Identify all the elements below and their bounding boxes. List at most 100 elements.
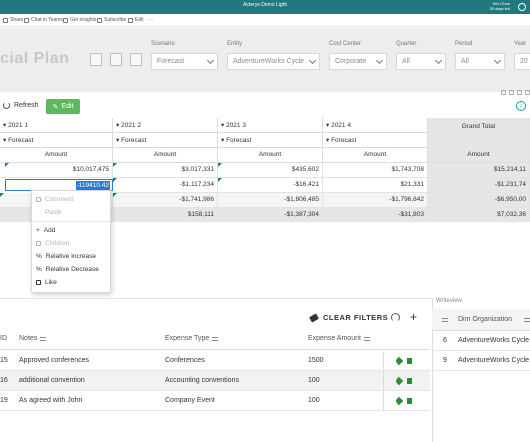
context-menu: Comment Paste + Add Children % Relative In… (31, 190, 111, 293)
grid-cell[interactable]: -$1,806,485 (218, 193, 323, 208)
menu-item-relative-decrease[interactable]: % Relative Decrease (36, 266, 99, 273)
grid-cell[interactable]: -$1,741,986 (113, 193, 218, 208)
amount-header: Amount (218, 148, 323, 163)
cell-expense-amount[interactable]: 1500 (308, 357, 324, 364)
column-header-expense-type[interactable]: Expense Type (165, 335, 219, 342)
grid-cell[interactable]: $3,017,331 (113, 163, 218, 178)
delete-row-icon[interactable] (407, 378, 412, 384)
pin-icon[interactable] (501, 90, 506, 95)
table-row[interactable]: 16 additional convention Accounting conv… (0, 371, 430, 391)
info-icon[interactable]: i (516, 101, 526, 111)
scenario-select[interactable]: Forecast (151, 53, 218, 70)
avatar[interactable] (518, 3, 526, 11)
filter-icon[interactable] (363, 336, 370, 341)
table-row[interactable]: 19 As agreed with John Company Event 100 (0, 391, 430, 411)
column-header-expense-amount[interactable]: Expense Amount (308, 335, 370, 342)
filter-label-period: Period (455, 41, 473, 47)
sync-icon[interactable] (391, 313, 400, 322)
insights-button[interactable]: Get insights (63, 17, 96, 23)
scenario-label: Forecast (226, 137, 252, 144)
quarter-header[interactable]: ▾ 2021 1 (0, 118, 113, 133)
quarter-header[interactable]: ▾ 2021 2 (113, 118, 218, 133)
filter-icon[interactable] (212, 336, 219, 341)
cell-expense-type[interactable]: Accounting conventions (165, 377, 239, 384)
collapse-icon: ▾ (3, 137, 7, 144)
cell-expense-amount[interactable]: 100 (308, 377, 320, 384)
filter-icon[interactable] (524, 318, 530, 322)
menu-item-like[interactable]: Like (36, 279, 57, 286)
edit-button[interactable]: ✎ Edit (46, 99, 80, 114)
grid-subtotal-cell: $158,111 (113, 208, 218, 222)
cell-notes[interactable]: additional convention (19, 377, 85, 384)
scenario-header[interactable]: ▾ Forecast (0, 133, 113, 148)
copy-icon[interactable] (110, 53, 122, 66)
menu-item-children[interactable]: Children (36, 240, 69, 247)
subscribe-label: Subscribe (104, 17, 127, 23)
quarter-header[interactable]: ▾ 2021 3 (218, 118, 323, 133)
filter-label-scenario: Scenario (151, 41, 175, 47)
editor-value[interactable]: -119410.42 (75, 181, 110, 190)
scenario-label: Forecast (331, 137, 357, 144)
more-options-icon[interactable] (525, 90, 530, 95)
grid-cell[interactable]: $1,743,708 (323, 163, 428, 178)
cell-notes[interactable]: As agreed with John (19, 397, 82, 404)
filter-icon[interactable] (40, 336, 47, 341)
scenario-header[interactable]: ▾ Forecast (218, 133, 323, 148)
document-icon[interactable] (130, 53, 142, 66)
writeview-row[interactable]: 9 AdventureWorks Cycle (432, 351, 530, 371)
delete-row-icon[interactable] (407, 358, 412, 364)
menu-item-paste[interactable]: Paste (36, 209, 62, 216)
scenario-header[interactable]: ▾ Forecast (323, 133, 428, 148)
menu-item-relative-increase[interactable]: % Relative Increase (36, 253, 96, 260)
share-button[interactable]: Share (3, 17, 23, 23)
focus-icon[interactable] (517, 90, 522, 95)
add-row-button[interactable]: + (410, 311, 417, 323)
grid-cell[interactable]: $21,331 (323, 178, 428, 193)
grid-cell[interactable]: -$16,421 (218, 178, 323, 193)
quarter-header[interactable]: ▾ 2021 4 (323, 118, 428, 133)
refresh-button[interactable]: Refresh (3, 102, 39, 109)
insights-icon (63, 17, 68, 23)
clear-filters-button[interactable]: CLEAR FILTERS (309, 312, 388, 323)
menu-item-comment[interactable]: Comment (36, 196, 73, 203)
filter-icon[interactable] (442, 318, 448, 322)
export-icon[interactable] (90, 53, 102, 66)
writeview-row[interactable]: 6 AdventureWorks Cycle (432, 331, 530, 351)
grid-total-cell: $7,032,36 (428, 208, 530, 222)
subscribe-icon (97, 17, 102, 23)
cell-expense-type[interactable]: Conferences (165, 357, 205, 364)
subscribe-button[interactable]: Subscribe (97, 17, 126, 23)
percent-icon: % (36, 266, 42, 273)
grid-cell[interactable]: -$1,117,234 (113, 178, 218, 193)
table-row[interactable]: 15 Approved conferences Conferences 1500 (0, 351, 430, 371)
grid-cell[interactable]: -$1,796,842 (323, 193, 428, 208)
cell-expense-type[interactable]: Company Event (165, 397, 215, 404)
column-header-id[interactable]: ID (0, 335, 7, 342)
year-select[interactable]: 20 (514, 53, 530, 70)
cell-expense-amount[interactable]: 100 (308, 397, 320, 404)
cost-center-select[interactable]: Corporate (329, 53, 387, 70)
edit-report-button[interactable]: Edit (128, 17, 144, 23)
entity-select[interactable]: AdventureWorks Cycle (227, 53, 320, 70)
app-title[interactable]: Acterys Demo Light (0, 2, 530, 8)
delete-row-icon[interactable] (407, 398, 412, 404)
cell-notes[interactable]: Approved conferences (19, 357, 89, 364)
column-header-notes[interactable]: Notes (19, 335, 47, 342)
menu-item-add[interactable]: + Add (36, 227, 55, 234)
copy-icon (36, 280, 41, 285)
period-value: All (461, 58, 469, 65)
scenario-header[interactable]: ▾ Forecast (113, 133, 218, 148)
teams-button[interactable]: Chat in Teams (24, 17, 63, 23)
app-title-bar: Acterys Demo Light Wiz Chan 30 days left (0, 0, 530, 14)
grid-total-cell: $15,214,11 (428, 163, 530, 178)
quarter-select[interactable]: All (396, 53, 446, 70)
grid-cell[interactable]: $10,017,475 (0, 163, 113, 178)
cost-center-value: Corporate (335, 58, 367, 65)
more-button[interactable]: ··· (148, 17, 153, 23)
amount-header: Amount (113, 148, 218, 163)
grid-cell[interactable]: $435,602 (218, 163, 323, 178)
filter-icon[interactable] (509, 90, 514, 95)
column-label: Dim Organization (458, 316, 513, 323)
period-select[interactable]: All (455, 53, 505, 70)
visual-header-icons (486, 90, 530, 97)
